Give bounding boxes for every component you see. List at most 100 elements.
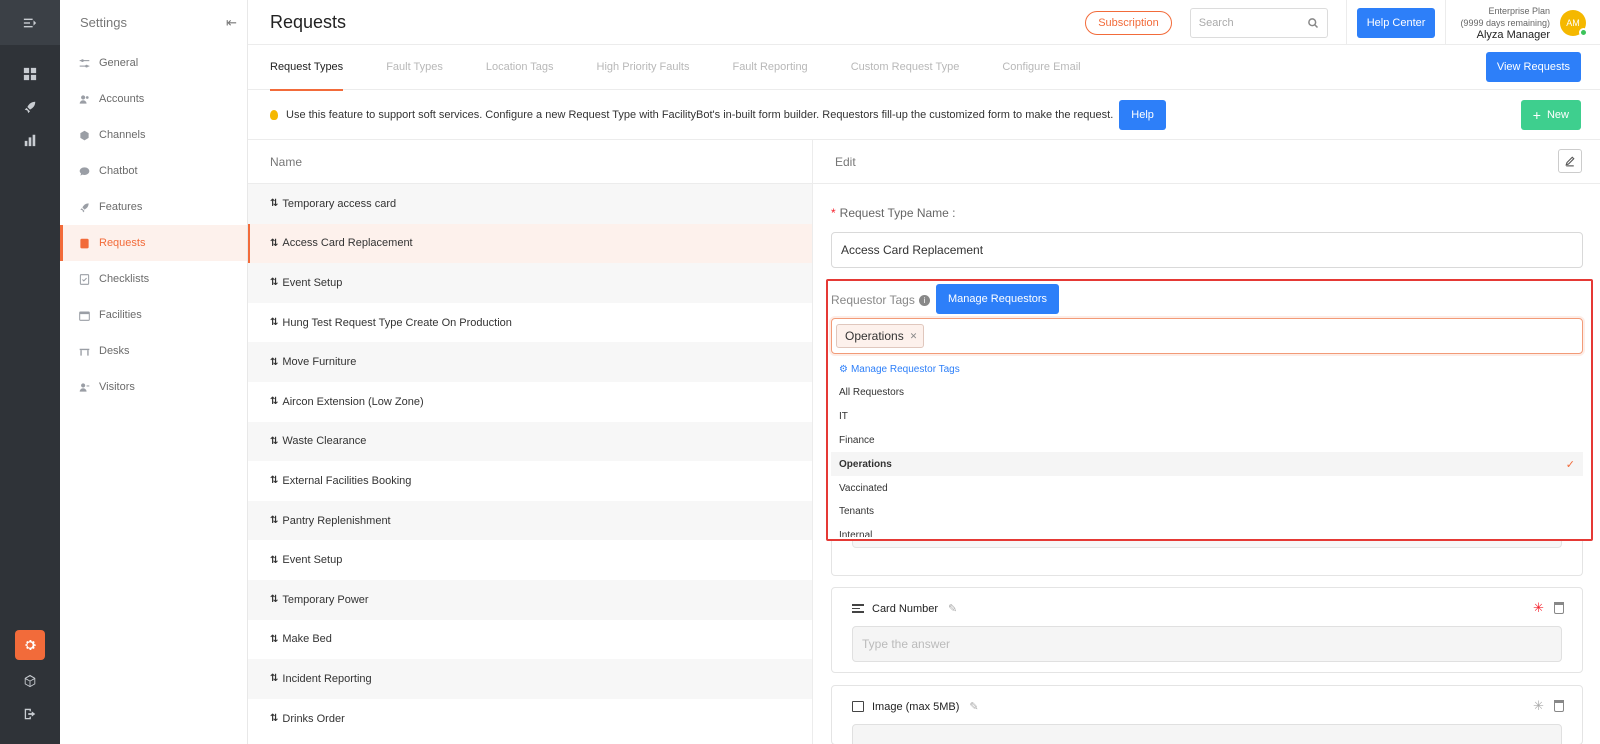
sidebar-item-label: Facilities [99,309,142,321]
chat-icon [78,165,90,177]
sort-handle-icon[interactable]: ⇅ [270,317,278,328]
trash-icon[interactable] [1554,700,1564,712]
request-type-name-label: * Request Type Name : [831,206,956,220]
sidebar-item-checklists[interactable]: Checklists [60,261,247,297]
tab-request-types[interactable]: Request Types [270,45,344,91]
sidebar-item-label: Requests [99,237,146,249]
required-toggle-icon[interactable]: ✳ [1533,600,1544,616]
tab-custom-request-type[interactable]: Custom Request Type [851,45,960,90]
list-item[interactable]: ⇅ External Facilities Booking [248,461,812,501]
sidebar-item-accounts[interactable]: Accounts [60,81,247,117]
list-item[interactable]: ⇅ Hung Test Request Type Create On Produc… [248,303,812,343]
dropdown-option-it[interactable]: IT [831,405,1583,429]
settings-sidebar: Settings ⇤ General Accounts Channels Chatbo… [60,0,248,744]
sort-handle-icon[interactable]: ⇅ [270,475,278,486]
list-item[interactable]: ⇅ Event Setup [248,263,812,303]
list-item[interactable]: ⇅ Temporary access card [248,184,812,224]
tab-high-priority-faults[interactable]: High Priority Faults [597,45,690,90]
edit-label-icon[interactable]: ✎ [948,602,957,615]
manage-requestor-tags-link[interactable]: ⚙ Manage Requestor Tags [831,357,1583,381]
trash-icon[interactable] [1554,602,1564,614]
info-bar: Use this feature to support soft service… [248,90,1600,140]
dropdown-option-vaccinated[interactable]: Vaccinated [831,476,1583,500]
sort-handle-icon[interactable]: ⇅ [270,277,278,288]
dropdown-option-all-requestors[interactable]: All Requestors [831,381,1583,405]
sidebar-item-requests[interactable]: Requests [60,225,247,261]
tab-location-tags[interactable]: Location Tags [486,45,554,90]
close-icon[interactable]: ✕ [910,331,918,342]
sidebar-item-chatbot[interactable]: Chatbot [60,153,247,189]
edit-panel: Edit * Request Type Name : Access Card Re… [813,140,1600,744]
rail-dashboard[interactable] [0,57,60,90]
requestor-tags-select[interactable]: Operations ✕ [831,318,1583,354]
rail-packages[interactable] [0,664,60,697]
list-item[interactable]: ⇅ Pantry Replenishment [248,500,812,541]
sort-handle-icon[interactable]: ⇅ [270,673,278,684]
view-requests-button[interactable]: View Requests [1485,52,1581,82]
list-item[interactable]: ⇅ Event Setup [248,540,812,580]
rail-features[interactable] [0,90,60,123]
sidebar-item-channels[interactable]: Channels [60,117,247,153]
edit-label-icon[interactable]: ✎ [969,700,978,713]
gear-icon [25,640,36,650]
sort-handle-icon[interactable]: ⇅ [270,436,278,447]
sidebar-item-general[interactable]: General [60,45,247,81]
sidebar-item-features[interactable]: Features [60,189,247,225]
card-number-input[interactable]: Type the answer [852,626,1562,662]
list-item-label: Pantry Replenishment [282,514,391,527]
info-help-button[interactable]: Help [1119,99,1166,130]
help-center-button[interactable]: Help Center [1356,7,1436,38]
request-types-list: Name ⇅ Temporary access card ⇅ Access Card … [248,140,813,744]
manage-requestors-button[interactable]: Manage Requestors [936,284,1060,314]
list-item[interactable]: ⇅ Incident Reporting [248,659,812,699]
info-icon[interactable]: i [918,294,930,306]
list-item[interactable]: ⇅ Access Card Replacement [248,223,812,264]
user-name[interactable]: Alyza Manager [1460,29,1550,41]
sort-handle-icon[interactable]: ⇅ [270,594,278,605]
tag-chip-label: Operations [845,329,904,343]
rail-settings[interactable] [15,630,45,660]
search-input[interactable]: Search [1189,7,1328,38]
list-item[interactable]: ⇅ Move Furniture [248,342,812,382]
sort-handle-icon[interactable]: ⇅ [270,555,278,566]
dropdown-option-finance[interactable]: Finance [831,429,1583,453]
sidebar-item-visitors[interactable]: Visitors [60,369,247,405]
list-item[interactable]: ⇅ Make Bed [248,620,812,660]
sort-handle-icon[interactable]: ⇅ [270,238,278,249]
collapse-left-icon[interactable]: ⇤ [226,15,237,31]
sort-handle-icon[interactable]: ⇅ [270,198,278,209]
sort-handle-icon[interactable]: ⇅ [270,634,278,645]
rail-logout[interactable] [0,697,60,730]
sort-handle-icon[interactable]: ⇅ [270,713,278,724]
rail-menu-toggle[interactable] [0,0,60,45]
dropdown-option-internal[interactable]: Internal [831,524,1583,537]
list-item[interactable]: ⇅ Waste Clearance [248,421,812,462]
sidebar-item-desks[interactable]: Desks [60,333,247,369]
avatar[interactable]: AM [1560,9,1588,37]
list-item-label: Event Setup [282,554,343,567]
list-header-name: Name [248,140,812,184]
list-item[interactable]: ⇅ Drinks Order [248,699,812,739]
required-toggle-icon[interactable]: ✳ [1533,698,1544,714]
list-item-label: Temporary access card [282,197,397,210]
tab-fault-reporting[interactable]: Fault Reporting [732,45,807,90]
edit-pencil-button[interactable] [1558,149,1582,173]
sort-handle-icon[interactable]: ⇅ [270,515,278,526]
tab-fault-types[interactable]: Fault Types [386,45,443,90]
list-item[interactable]: ⇅ Aircon Extension (Low Zone) [248,382,812,422]
checklist-icon [78,273,90,285]
dropdown-option-label: Tenants [839,506,875,518]
subscription-button[interactable]: Subscription [1085,10,1172,35]
rail-analytics[interactable] [0,123,60,156]
dropdown-option-label: Internal [839,530,873,537]
tab-configure-email[interactable]: Configure Email [1002,45,1080,90]
sidebar-item-facilities[interactable]: Facilities [60,297,247,333]
sort-handle-icon[interactable]: ⇅ [270,396,278,407]
dropdown-option-operations[interactable]: Operations ✓ [831,452,1583,477]
sort-handle-icon[interactable]: ⇅ [270,357,278,368]
new-request-type-button[interactable]: + New [1520,100,1581,130]
request-type-name-input[interactable]: Access Card Replacement [831,232,1583,268]
image-upload-area[interactable] [852,724,1562,744]
dropdown-option-tenants[interactable]: Tenants [831,500,1583,524]
list-item[interactable]: ⇅ Temporary Power [248,579,812,620]
